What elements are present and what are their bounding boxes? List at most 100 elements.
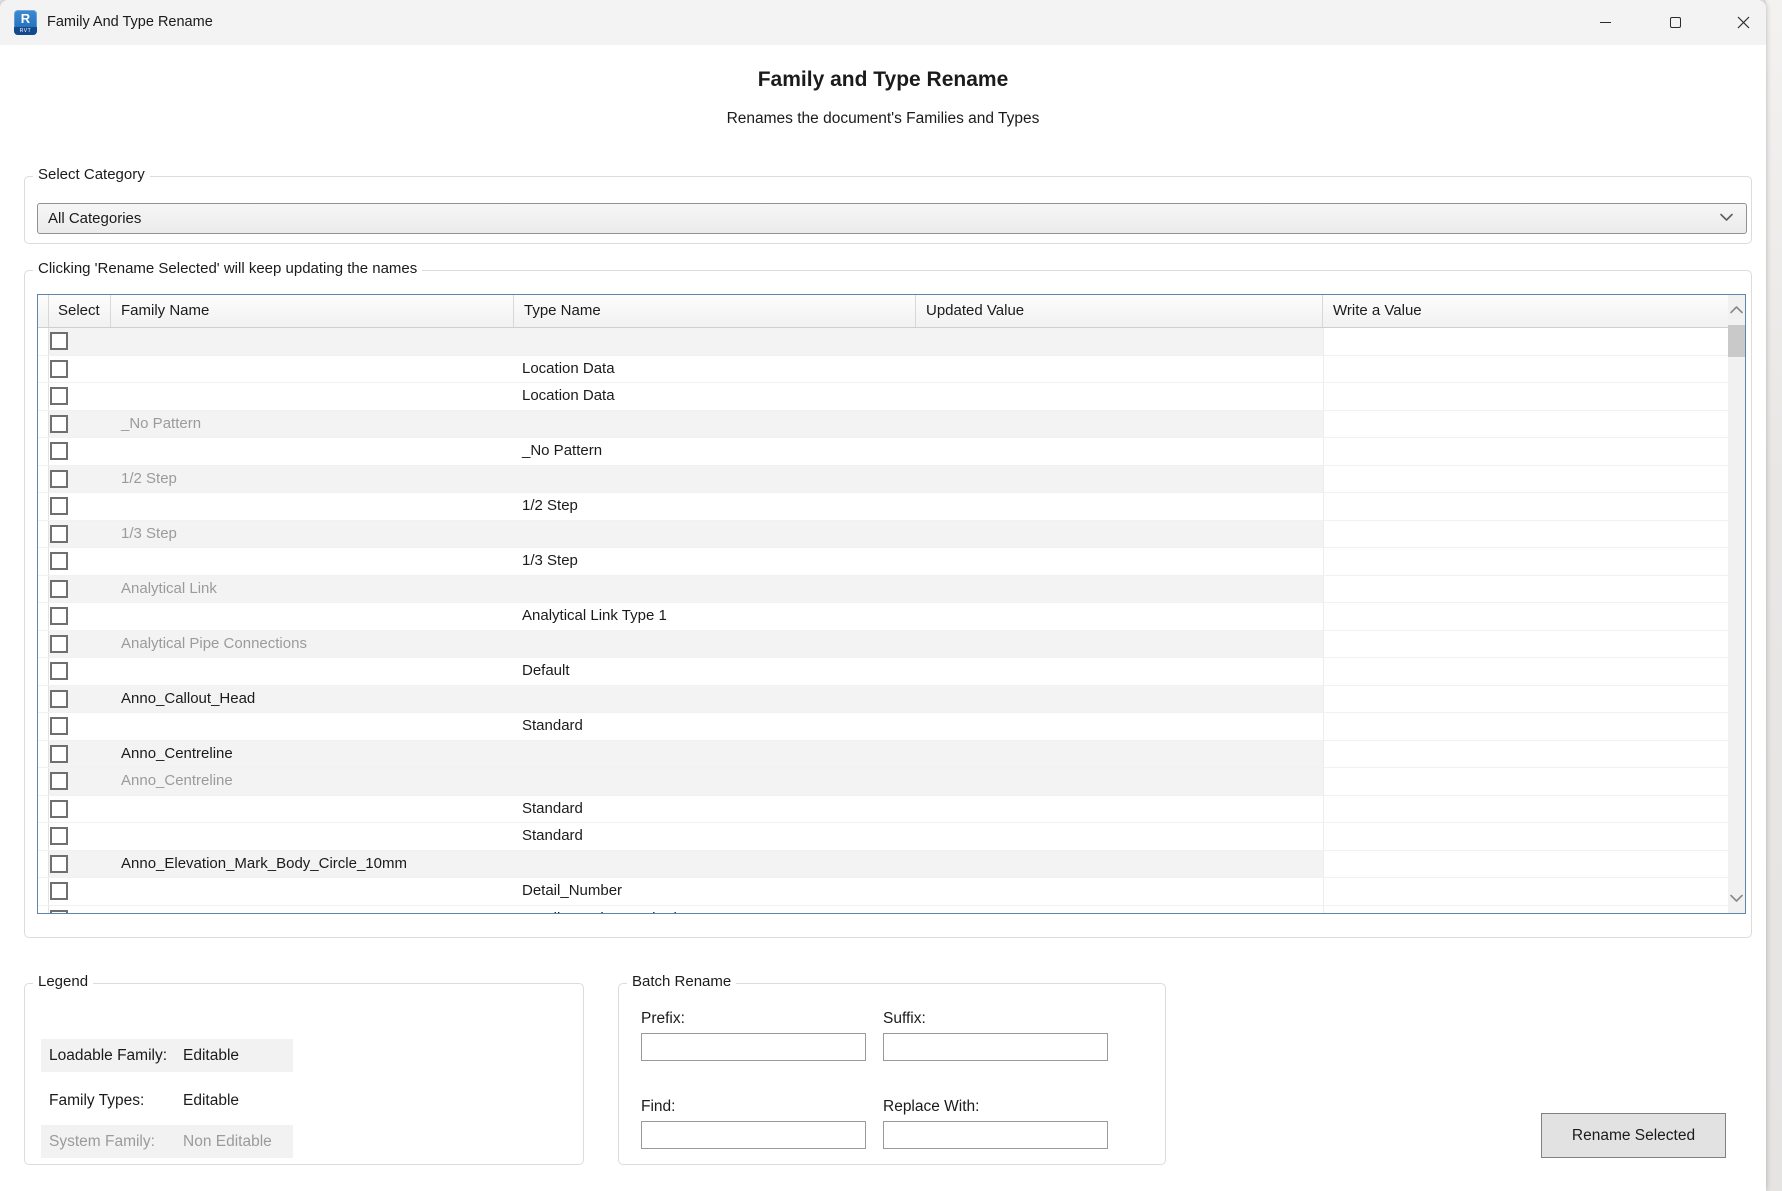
row-header-gutter bbox=[38, 383, 49, 410]
scrollbar-thumb[interactable] bbox=[1728, 325, 1745, 357]
row-checkbox[interactable] bbox=[50, 442, 68, 460]
row-header-gutter bbox=[38, 658, 49, 685]
write-value-cell[interactable] bbox=[1323, 466, 1745, 493]
maximize-icon bbox=[1670, 17, 1681, 28]
write-value-cell[interactable] bbox=[1323, 851, 1745, 878]
write-value-cell[interactable] bbox=[1323, 631, 1745, 658]
table-row bbox=[38, 328, 1745, 356]
page-subtitle: Renames the document's Families and Type… bbox=[0, 110, 1766, 128]
updated-value-cell bbox=[916, 493, 1323, 520]
write-value-cell[interactable] bbox=[1323, 878, 1745, 905]
close-button[interactable] bbox=[1720, 0, 1766, 45]
row-checkbox[interactable] bbox=[50, 690, 68, 708]
type-name-cell bbox=[514, 768, 916, 795]
prefix-input[interactable] bbox=[641, 1033, 866, 1061]
scroll-down-button[interactable] bbox=[1728, 890, 1745, 907]
write-value-cell[interactable] bbox=[1323, 493, 1745, 520]
write-value-cell[interactable] bbox=[1323, 768, 1745, 795]
column-header-select[interactable]: Select bbox=[49, 295, 111, 327]
minimize-button[interactable] bbox=[1582, 0, 1628, 45]
family-name-cell: Analytical Link bbox=[111, 576, 514, 603]
write-value-cell[interactable] bbox=[1323, 521, 1745, 548]
row-checkbox[interactable] bbox=[50, 360, 68, 378]
write-value-cell[interactable] bbox=[1323, 686, 1745, 713]
column-header-write-a-value[interactable]: Write a Value bbox=[1323, 295, 1745, 327]
row-header-gutter bbox=[38, 521, 49, 548]
select-cell bbox=[49, 411, 111, 438]
table-row: Detail_Number bbox=[38, 878, 1745, 906]
select-cell bbox=[49, 631, 111, 658]
chevron-down-icon bbox=[1720, 213, 1733, 222]
row-checkbox[interactable] bbox=[50, 745, 68, 763]
row-checkbox[interactable] bbox=[50, 332, 68, 350]
rename-selected-button[interactable]: Rename Selected bbox=[1541, 1113, 1726, 1158]
updated-value-cell bbox=[916, 548, 1323, 575]
find-input[interactable] bbox=[641, 1121, 866, 1149]
select-cell bbox=[49, 521, 111, 548]
row-checkbox[interactable] bbox=[50, 772, 68, 790]
family-name-cell bbox=[111, 493, 514, 520]
family-name-cell bbox=[111, 878, 514, 905]
scroll-up-button[interactable] bbox=[1728, 301, 1745, 318]
row-checkbox[interactable] bbox=[50, 552, 68, 570]
row-checkbox[interactable] bbox=[50, 497, 68, 515]
write-value-cell[interactable] bbox=[1323, 576, 1745, 603]
row-checkbox[interactable] bbox=[50, 525, 68, 543]
write-value-cell[interactable] bbox=[1323, 328, 1745, 355]
column-header-updated-value[interactable]: Updated Value bbox=[916, 295, 1323, 327]
write-value-cell[interactable] bbox=[1323, 383, 1745, 410]
row-checkbox[interactable] bbox=[50, 827, 68, 845]
write-value-cell[interactable] bbox=[1323, 603, 1745, 630]
row-header-gutter bbox=[38, 466, 49, 493]
write-value-cell[interactable] bbox=[1323, 713, 1745, 740]
updated-value-cell bbox=[916, 438, 1323, 465]
write-value-cell[interactable] bbox=[1323, 411, 1745, 438]
updated-value-cell bbox=[916, 576, 1323, 603]
legend-row-family-types: Family Types: Editable bbox=[41, 1084, 293, 1117]
write-value-cell[interactable] bbox=[1323, 741, 1745, 768]
row-header-gutter bbox=[38, 878, 49, 905]
vertical-scrollbar[interactable] bbox=[1728, 295, 1745, 913]
dialog-window: R RVT Family And Type Rename Family and … bbox=[0, 0, 1766, 1191]
row-checkbox[interactable] bbox=[50, 580, 68, 598]
row-checkbox[interactable] bbox=[50, 387, 68, 405]
write-value-cell[interactable] bbox=[1323, 658, 1745, 685]
write-value-cell[interactable] bbox=[1323, 356, 1745, 383]
page-title: Family and Type Rename bbox=[0, 68, 1766, 92]
row-checkbox[interactable] bbox=[50, 470, 68, 488]
write-value-cell[interactable] bbox=[1323, 823, 1745, 850]
write-value-cell[interactable] bbox=[1323, 548, 1745, 575]
table-row: Anno_Callout_Head bbox=[38, 686, 1745, 714]
legend-groupbox: Legend Loadable Family: Editable Family … bbox=[24, 983, 584, 1165]
row-header-gutter bbox=[38, 851, 49, 878]
write-value-cell[interactable] bbox=[1323, 438, 1745, 465]
row-checkbox[interactable] bbox=[50, 717, 68, 735]
type-name-cell: Detail_Number bbox=[514, 878, 916, 905]
row-checkbox[interactable] bbox=[50, 607, 68, 625]
updated-value-cell bbox=[916, 356, 1323, 383]
category-dropdown[interactable]: All Categories bbox=[37, 203, 1747, 234]
row-checkbox[interactable] bbox=[50, 415, 68, 433]
type-name-cell: Standard bbox=[514, 713, 916, 740]
row-header-gutter bbox=[38, 796, 49, 823]
row-checkbox[interactable] bbox=[50, 800, 68, 818]
column-header-type-name[interactable]: Type Name bbox=[514, 295, 916, 327]
row-header-gutter bbox=[38, 438, 49, 465]
maximize-button[interactable] bbox=[1652, 0, 1698, 45]
row-checkbox[interactable] bbox=[50, 882, 68, 900]
row-checkbox[interactable] bbox=[50, 662, 68, 680]
updated-value-cell bbox=[916, 741, 1323, 768]
row-header-gutter bbox=[38, 328, 49, 355]
row-header-gutter bbox=[38, 823, 49, 850]
write-value-cell[interactable] bbox=[1323, 906, 1745, 915]
write-value-cell[interactable] bbox=[1323, 796, 1745, 823]
select-cell bbox=[49, 686, 111, 713]
column-header-family-name[interactable]: Family Name bbox=[111, 295, 514, 327]
replace-with-input[interactable] bbox=[883, 1121, 1108, 1149]
suffix-label: Suffix: bbox=[883, 1010, 926, 1028]
row-checkbox[interactable] bbox=[50, 855, 68, 873]
table-row: _No Pattern bbox=[38, 411, 1745, 439]
row-checkbox[interactable] bbox=[50, 635, 68, 653]
row-checkbox[interactable] bbox=[50, 910, 68, 915]
suffix-input[interactable] bbox=[883, 1033, 1108, 1061]
